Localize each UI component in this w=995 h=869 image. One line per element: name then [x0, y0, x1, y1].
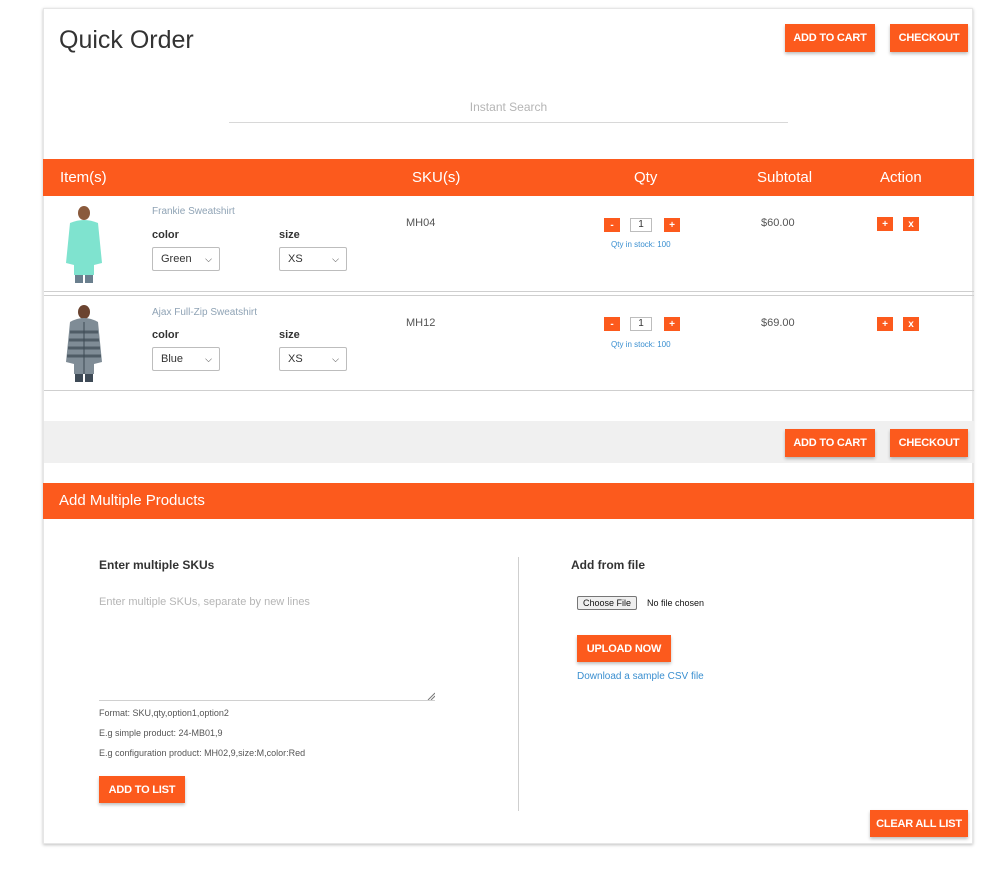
table-row: Frankie Sweatshirt color Green ⌵ size XS…: [44, 198, 974, 292]
product-image-frankie[interactable]: [54, 203, 114, 283]
color-select[interactable]: Blue ⌵: [152, 347, 220, 371]
chevron-down-icon: ⌵: [332, 354, 339, 364]
remove-item-button[interactable]: x: [903, 217, 919, 231]
qty-input[interactable]: 1: [630, 218, 652, 232]
size-select-value: XS: [288, 353, 303, 365]
size-label: size: [279, 229, 300, 241]
color-label: color: [152, 229, 179, 241]
color-label: color: [152, 329, 179, 341]
table-row: Ajax Full-Zip Sweatshirt color Blue ⌵ si…: [44, 297, 974, 391]
column-action: Action: [880, 169, 922, 186]
upload-now-button[interactable]: UPLOAD NOW: [577, 635, 671, 662]
format-help: Format: SKU,qty,option1,option2: [99, 708, 229, 718]
download-sample-csv-link[interactable]: Download a sample CSV file: [577, 671, 704, 682]
multiple-skus-label: Enter multiple SKUs: [99, 558, 215, 572]
file-status: No file chosen: [647, 598, 705, 608]
subtotal-value: $69.00: [761, 317, 795, 329]
column-subtotal: Subtotal: [757, 169, 813, 186]
choose-file-button[interactable]: Choose File: [577, 596, 638, 610]
section-divider: [518, 557, 519, 811]
add-multiple-title: Add Multiple Products: [59, 492, 205, 509]
sku-value: MH04: [406, 217, 436, 229]
instant-search-input[interactable]: [229, 91, 788, 123]
size-select-value: XS: [288, 253, 303, 265]
page-title: Quick Order: [59, 26, 194, 54]
checkout-button-top[interactable]: CHECKOUT: [890, 24, 968, 52]
qty-increase-button[interactable]: +: [664, 218, 680, 232]
config-example-help: E.g configuration product: MH02,9,size:M…: [99, 748, 306, 758]
color-select-value: Blue: [161, 353, 184, 365]
chevron-down-icon: ⌵: [332, 254, 339, 264]
multiple-skus-input[interactable]: [99, 591, 435, 701]
size-label: size: [279, 329, 300, 341]
color-select-value: Green: [161, 253, 192, 265]
add-to-list-button[interactable]: ADD TO LIST: [99, 776, 185, 803]
simple-example-help: E.g simple product: 24-MB01,9: [99, 728, 223, 738]
stock-status: Qty in stock: 100: [611, 340, 671, 349]
add-to-cart-button-bottom[interactable]: ADD TO CART: [785, 429, 875, 457]
row-divider: [44, 295, 974, 296]
sku-value: MH12: [406, 317, 436, 329]
checkout-button-bottom[interactable]: CHECKOUT: [890, 429, 968, 457]
qty-increase-button[interactable]: +: [664, 317, 680, 331]
product-image-ajax[interactable]: [54, 302, 114, 382]
clear-all-list-button[interactable]: CLEAR ALL LIST: [870, 810, 968, 837]
add-multiple-header: Add Multiple Products: [43, 483, 974, 519]
add-item-button[interactable]: +: [877, 217, 893, 231]
stock-status: Qty in stock: 100: [611, 240, 671, 249]
qty-input[interactable]: 1: [630, 317, 652, 331]
table-header: Item(s) SKU(s) Qty Subtotal Action: [43, 159, 974, 196]
resize-handle-icon[interactable]: [427, 692, 435, 700]
size-select[interactable]: XS ⌵: [279, 247, 347, 271]
color-select[interactable]: Green ⌵: [152, 247, 220, 271]
quick-order-panel: Quick Order ADD TO CART CHECKOUT Item(s)…: [43, 8, 974, 844]
remove-item-button[interactable]: x: [903, 317, 919, 331]
chevron-down-icon: ⌵: [205, 354, 212, 364]
product-name[interactable]: Frankie Sweatshirt: [152, 206, 235, 217]
chevron-down-icon: ⌵: [205, 254, 212, 264]
qty-decrease-button[interactable]: -: [604, 218, 620, 232]
column-items: Item(s): [60, 169, 107, 186]
column-sku: SKU(s): [412, 169, 461, 186]
add-item-button[interactable]: +: [877, 317, 893, 331]
qty-decrease-button[interactable]: -: [604, 317, 620, 331]
add-from-file-label: Add from file: [571, 558, 645, 572]
subtotal-value: $60.00: [761, 217, 795, 229]
add-to-cart-button-top[interactable]: ADD TO CART: [785, 24, 875, 52]
size-select[interactable]: XS ⌵: [279, 347, 347, 371]
column-qty: Qty: [634, 169, 658, 186]
product-name[interactable]: Ajax Full-Zip Sweatshirt: [152, 307, 257, 318]
